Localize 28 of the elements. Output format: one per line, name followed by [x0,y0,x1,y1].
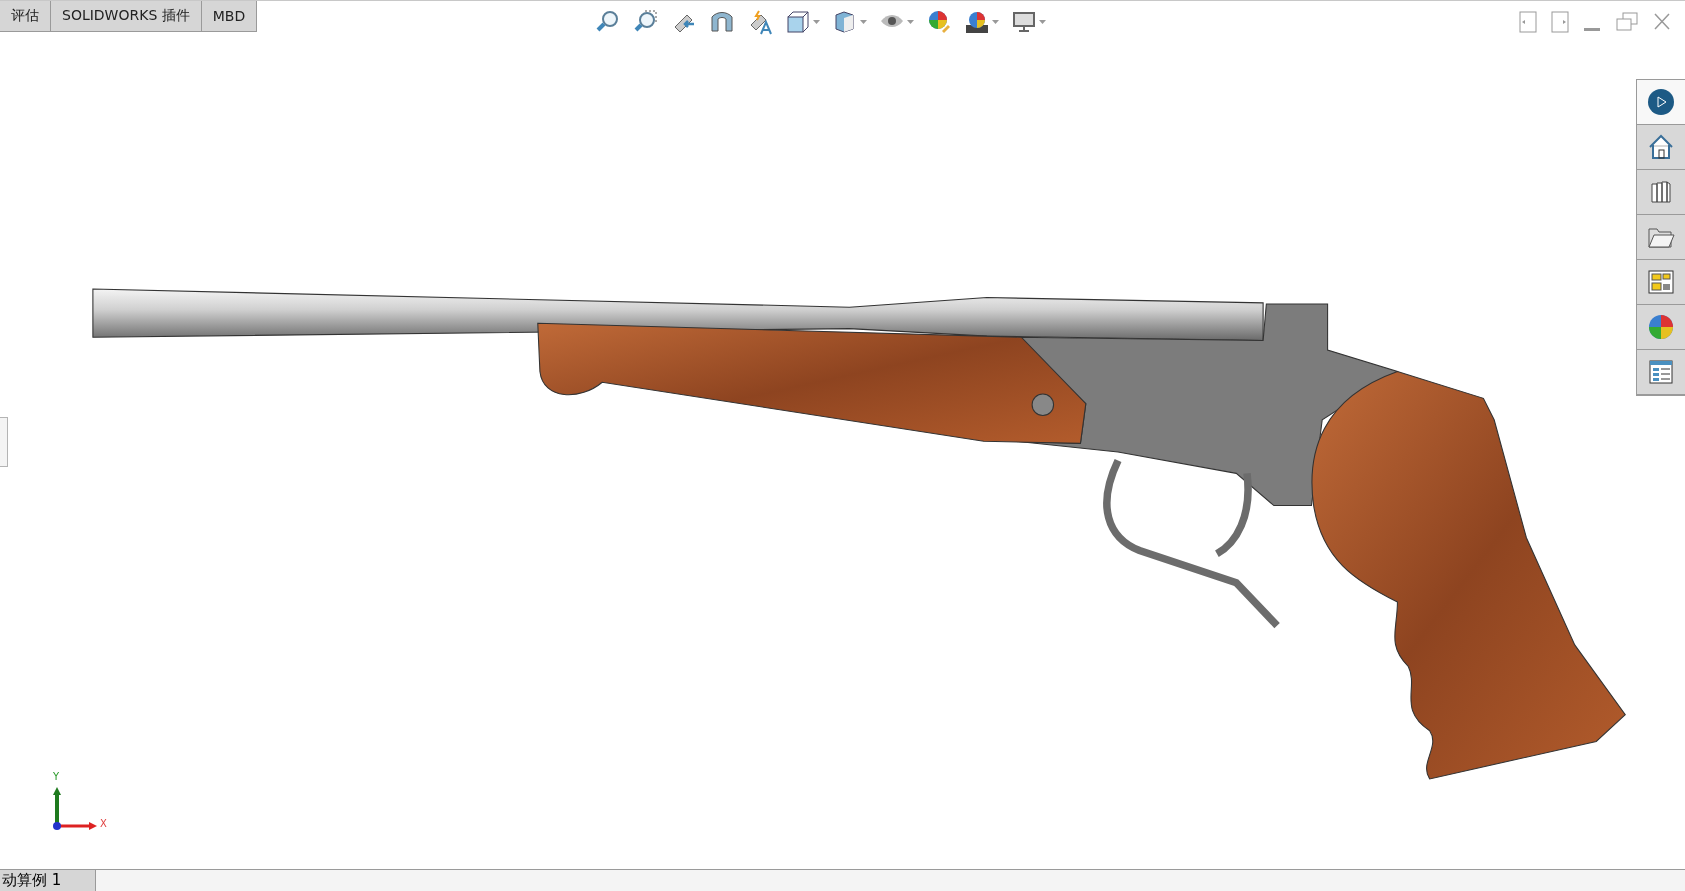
caret-icon [813,20,820,24]
task-pane-tab[interactable] [1637,260,1685,305]
task-pane-tab[interactable] [1637,305,1685,350]
monitor-icon[interactable] [1011,9,1037,35]
layout-tiles-icon [1647,268,1675,296]
color-ball-pencil-icon[interactable] [926,9,952,35]
dial-icon [1647,88,1675,116]
caret-icon [1039,20,1046,24]
task-pane-tab[interactable] [1637,170,1685,215]
color-ball-icon [1647,313,1675,341]
collapse-handle[interactable] [0,417,8,467]
command-tab[interactable]: SOLIDWORKS 插件 [51,1,202,32]
caret-icon [992,20,999,24]
view-orientation-icon[interactable] [785,9,811,35]
task-pane-tab[interactable] [1637,80,1685,125]
command-tab[interactable]: 评估 [0,1,51,32]
scene-icon[interactable] [964,9,990,35]
home-icon [1647,133,1675,161]
caret-icon [907,20,914,24]
motion-study-tab[interactable]: 动算例 1 [0,870,96,891]
properties-list-icon [1647,358,1675,386]
task-pane-tab[interactable] [1637,215,1685,260]
task-pane-tab[interactable] [1637,350,1685,395]
command-tab[interactable]: MBD [201,1,258,32]
task-pane-tab[interactable] [1637,125,1685,170]
caret-icon [860,20,867,24]
y-axis-label: Y [53,771,60,782]
x-axis-label: X [100,818,107,829]
